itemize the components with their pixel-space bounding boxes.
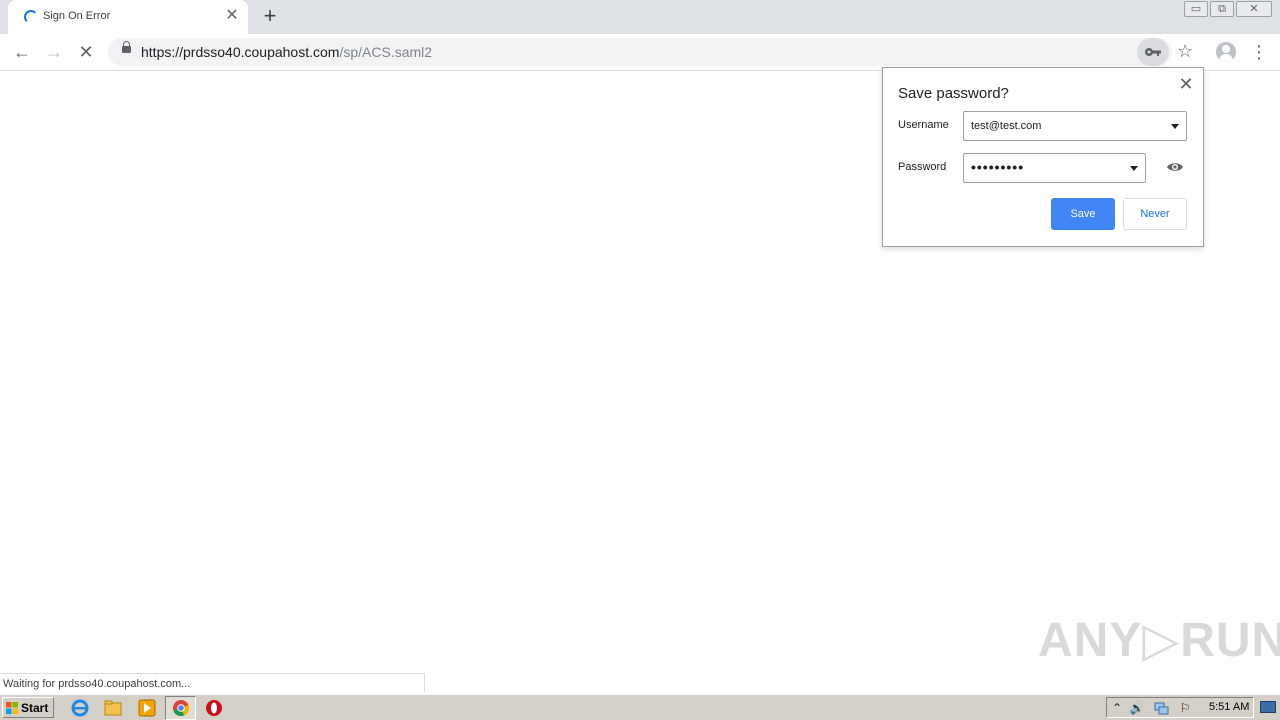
password-value: •••••••••: [971, 159, 1025, 175]
tab-title: Sign On Error: [43, 10, 111, 22]
close-icon: ✕: [1249, 3, 1259, 15]
url-host: https://prdsso40.coupahost.com: [141, 44, 340, 60]
browser-toolbar: ← → ✕ https://prdsso40.coupahost.com/sp/…: [0, 34, 1280, 71]
start-label: Start: [21, 701, 49, 715]
tray-expand-icon[interactable]: ⌃: [1109, 700, 1125, 716]
anyrun-watermark: ANY▷RUN: [1038, 614, 1280, 667]
url-path: /sp/ACS.saml2: [339, 44, 433, 60]
screen: Sign On Error ✕ + ▭ ⧉ ✕ ← → ✕ https://pr…: [0, 0, 1280, 720]
minimize-button[interactable]: ▭: [1184, 1, 1208, 17]
chrome-icon: [173, 700, 190, 717]
password-select[interactable]: •••••••••: [963, 153, 1146, 183]
tab-strip: Sign On Error ✕ + ▭ ⧉ ✕: [0, 0, 1280, 34]
chevron-down-icon: [1130, 166, 1138, 171]
windows-logo-icon: [6, 702, 18, 714]
back-icon[interactable]: ←: [11, 41, 33, 63]
menu-icon[interactable]: ⋮: [1250, 42, 1268, 62]
flag-icon[interactable]: ⚐: [1177, 700, 1193, 716]
opera-icon[interactable]: [205, 699, 223, 717]
status-bubble: Waiting for prdsso40.coupahost.com...: [0, 673, 425, 692]
forward-icon[interactable]: →: [43, 41, 65, 63]
minimize-icon: ▭: [1190, 3, 1202, 15]
status-text: Waiting for prdsso40.coupahost.com...: [3, 678, 191, 690]
address-bar[interactable]: https://prdsso40.coupahost.com/sp/ACS.sa…: [108, 38, 1193, 66]
media-player-icon[interactable]: [138, 699, 156, 717]
username-value: test@test.com: [971, 120, 1042, 132]
close-icon[interactable]: ✕: [224, 8, 240, 24]
taskbar: Start ⌃ 🔊 ⚐ 5:51 AM: [0, 694, 1280, 720]
key-icon[interactable]: [1137, 38, 1169, 66]
plus-icon[interactable]: +: [259, 5, 281, 28]
password-label: Password: [898, 161, 947, 173]
volume-icon[interactable]: 🔊: [1129, 700, 1145, 716]
key-icon-glyph: [1145, 48, 1161, 56]
folder-icon[interactable]: [104, 699, 122, 717]
window-close-button[interactable]: ✕: [1236, 1, 1272, 17]
system-tray: ⌃ 🔊 ⚐ 5:51 AM: [1106, 697, 1254, 718]
taskbar-clock[interactable]: 5:51 AM: [1209, 701, 1249, 713]
chrome-taskbar-button[interactable]: [165, 696, 196, 720]
start-button[interactable]: Start: [2, 697, 54, 718]
chevron-down-icon: [1171, 124, 1179, 129]
username-label: Username: [898, 119, 949, 131]
profile-icon[interactable]: [1216, 42, 1236, 62]
tab-sign-on-error[interactable]: Sign On Error ✕: [8, 0, 248, 34]
ie-icon[interactable]: [71, 699, 89, 717]
network-icon[interactable]: [1153, 700, 1169, 716]
spinner-icon: [24, 10, 38, 24]
restore-icon: ⧉: [1218, 3, 1226, 15]
never-button[interactable]: Never: [1123, 198, 1187, 230]
star-icon[interactable]: ☆: [1177, 41, 1193, 62]
show-desktop-button[interactable]: [1260, 701, 1276, 713]
dialog-title: Save password?: [898, 85, 1009, 102]
save-button[interactable]: Save: [1051, 198, 1115, 230]
close-icon[interactable]: ✕: [1176, 74, 1196, 94]
lock-icon[interactable]: [122, 41, 131, 53]
restore-button[interactable]: ⧉: [1210, 1, 1234, 17]
url-text[interactable]: https://prdsso40.coupahost.com/sp/ACS.sa…: [141, 44, 432, 60]
eye-icon[interactable]: [1166, 160, 1184, 174]
stop-icon[interactable]: ✕: [75, 41, 97, 63]
username-select[interactable]: test@test.com: [963, 111, 1187, 141]
save-password-dialog: Save password? ✕ Username test@test.com …: [882, 67, 1204, 247]
